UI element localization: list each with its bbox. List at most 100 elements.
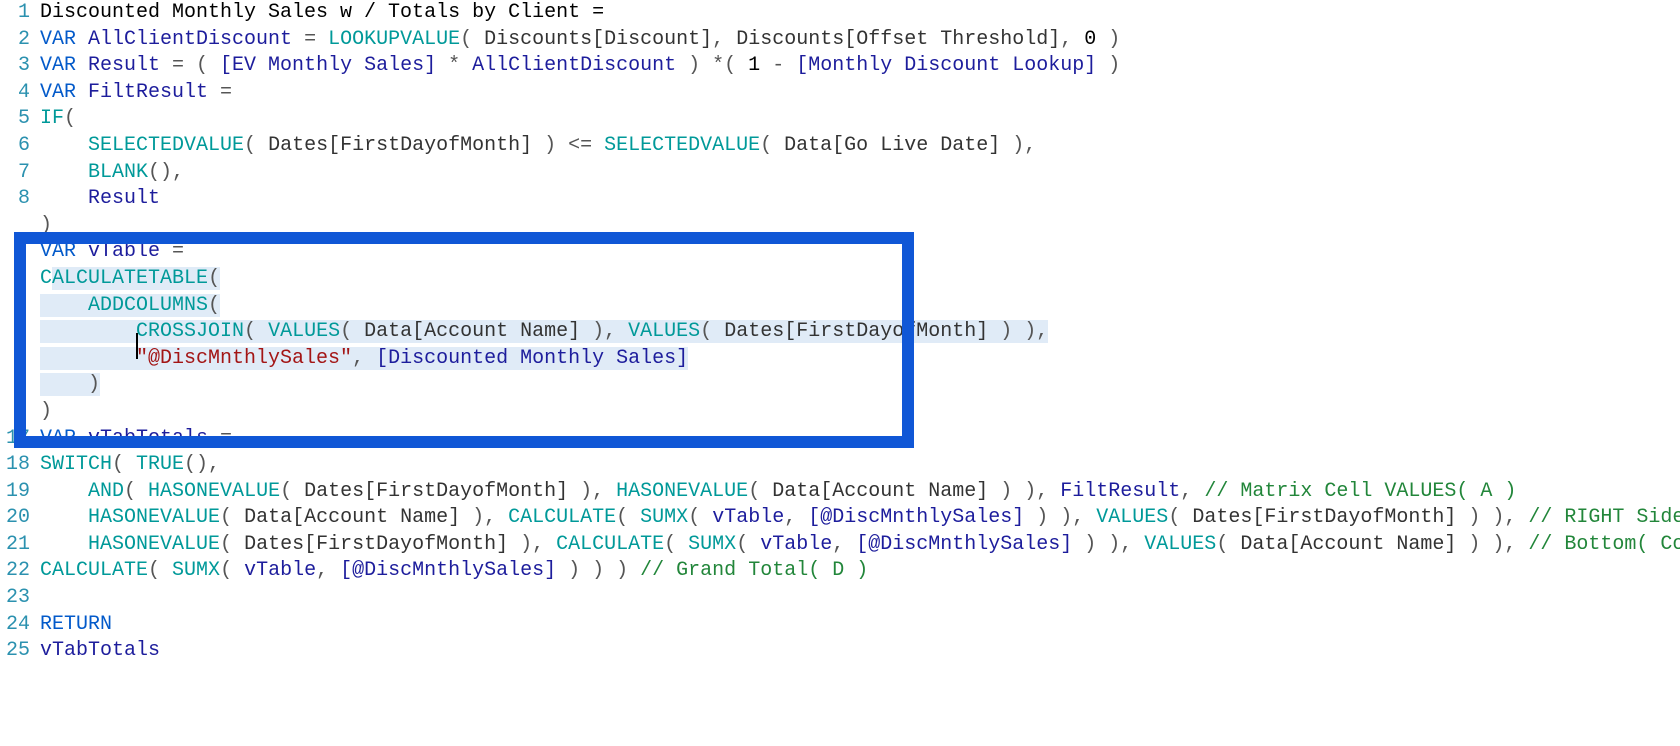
token-op: ), [580, 320, 628, 343]
code-line[interactable]: VAR FiltResult = [40, 80, 1680, 107]
token-op: ) ), [988, 480, 1060, 503]
code-line[interactable]: VAR vTable = [40, 239, 1680, 266]
code-line[interactable] [40, 585, 1680, 612]
token-id: FiltResult [88, 81, 208, 104]
line-number: 7 [0, 160, 34, 187]
token-op: (), [184, 453, 220, 476]
token-op: ) ), [1072, 533, 1144, 556]
token-op: ) [88, 373, 100, 396]
code-line[interactable]: Discounted Monthly Sales w / Totals by C… [40, 0, 1680, 27]
token-op: ), [568, 480, 616, 503]
token-id: AllClientDiscount [88, 28, 292, 51]
token-meas: [EV Monthly Sales] [220, 54, 436, 77]
code-line[interactable]: CALCULATE( SUMX( vTable, [@DiscMnthlySal… [40, 558, 1680, 585]
token-op [40, 320, 136, 343]
token-op [40, 506, 88, 529]
token-fn: IF [40, 107, 64, 130]
line-number: 17 [0, 426, 34, 453]
token-kw: VAR [40, 427, 88, 450]
token-op: ( [208, 267, 220, 290]
token-op: ( [244, 134, 268, 157]
token-op: ( [616, 506, 640, 529]
code-line[interactable]: IF( [40, 106, 1680, 133]
token-op: ( [112, 453, 136, 476]
token-op: , [712, 28, 736, 51]
token-id: vTable [244, 559, 316, 582]
token-op: ( [244, 320, 268, 343]
line-number [0, 346, 34, 373]
token-keep: 0 [1084, 28, 1096, 51]
token-meas: [Discounted Monthly Sales] [376, 347, 688, 370]
token-op: ( [124, 480, 148, 503]
token-op [40, 373, 88, 396]
token-fn: VALUES [628, 320, 700, 343]
token-meas: [@DiscMnthlySales] [340, 559, 556, 582]
line-number: 5 [0, 106, 34, 133]
token-meas: [@DiscMnthlySales] [808, 506, 1024, 529]
line-number [0, 319, 34, 346]
token-kw: VAR [40, 28, 88, 51]
token-aref: Dates[FirstDayofMonth] [724, 320, 988, 343]
token-op: ( [64, 107, 76, 130]
token-fn: VALUES [1096, 506, 1168, 529]
token-cmt: // Matrix Cell VALUES( A ) [1204, 480, 1516, 503]
text-cursor [136, 333, 138, 359]
token-op: ) <= [532, 134, 604, 157]
token-id: vTabTotals [88, 427, 208, 450]
line-number [0, 213, 34, 240]
token-op: ) ), [988, 320, 1048, 343]
code-line[interactable]: Result [40, 186, 1680, 213]
token-fn: LCULATETABLE [64, 267, 208, 290]
code-line[interactable]: ) [40, 372, 1680, 399]
code-line[interactable]: vTabTotals [40, 638, 1680, 665]
token-op [40, 294, 88, 317]
token-op: ) ), [1024, 506, 1096, 529]
token-fn: HASONEVALUE [88, 506, 220, 529]
line-number [0, 372, 34, 399]
token-fn: CROSSJOIN [136, 320, 244, 343]
code-line[interactable]: SELECTEDVALUE( Dates[FirstDayofMonth] ) … [40, 133, 1680, 160]
code-line[interactable]: HASONEVALUE( Data[Account Name] ), CALCU… [40, 505, 1680, 532]
token-fn: CALCULATE [40, 559, 148, 582]
line-number: 21 [0, 532, 34, 559]
token-aref: Dates[FirstDayofMonth] [244, 533, 508, 556]
token-fn: LOOKUPVALUE [328, 28, 460, 51]
token-op: , [832, 533, 856, 556]
token-op: ( [460, 28, 484, 51]
code-line[interactable]: SWITCH( TRUE(), [40, 452, 1680, 479]
token-fn: HASONEVALUE [88, 533, 220, 556]
code-line[interactable]: RETURN [40, 612, 1680, 639]
token-fn: SUMX [640, 506, 688, 529]
token-fn: C [40, 267, 52, 290]
token-aref: Data[Go Live Date] [784, 134, 1000, 157]
token-op: ( [220, 559, 244, 582]
code-line[interactable]: VAR Result = ( [EV Monthly Sales] * AllC… [40, 53, 1680, 80]
token-op: ) [1096, 54, 1120, 77]
token-op: , [784, 506, 808, 529]
code-line[interactable]: "@DiscMnthlySales", [Discounted Monthly … [40, 346, 1680, 373]
code-line[interactable]: CROSSJOIN( VALUES( Data[Account Name] ),… [40, 319, 1680, 346]
token-op: ( [664, 533, 688, 556]
code-line[interactable]: AND( HASONEVALUE( Dates[FirstDayofMonth]… [40, 479, 1680, 506]
code-area[interactable]: Discounted Monthly Sales w / Totals by C… [40, 0, 1680, 665]
token-id: Result [88, 187, 160, 210]
code-line[interactable]: HASONEVALUE( Dates[FirstDayofMonth] ), C… [40, 532, 1680, 559]
code-line[interactable]: ) [40, 213, 1680, 240]
token-op: ) [1096, 28, 1120, 51]
code-line[interactable]: ADDCOLUMNS( [40, 293, 1680, 320]
token-op: ( [700, 320, 724, 343]
code-line[interactable]: CALCULATETABLE( [40, 266, 1680, 293]
token-op: ( [1216, 533, 1240, 556]
code-line[interactable]: BLANK(), [40, 160, 1680, 187]
code-editor[interactable]: 12345678171819202122232425 Discounted Mo… [0, 0, 1660, 705]
token-op: ( [748, 480, 772, 503]
token-id: FiltResult [1060, 480, 1180, 503]
token-fn: SELECTEDVALUE [88, 134, 244, 157]
code-line[interactable]: VAR AllClientDiscount = LOOKUPVALUE( Dis… [40, 27, 1680, 54]
token-op: ( [220, 506, 244, 529]
code-line[interactable]: ) [40, 399, 1680, 426]
code-line[interactable]: VAR vTabTotals = [40, 426, 1680, 453]
line-number [0, 293, 34, 320]
token-op: , [1060, 28, 1084, 51]
token-op: = [208, 81, 232, 104]
